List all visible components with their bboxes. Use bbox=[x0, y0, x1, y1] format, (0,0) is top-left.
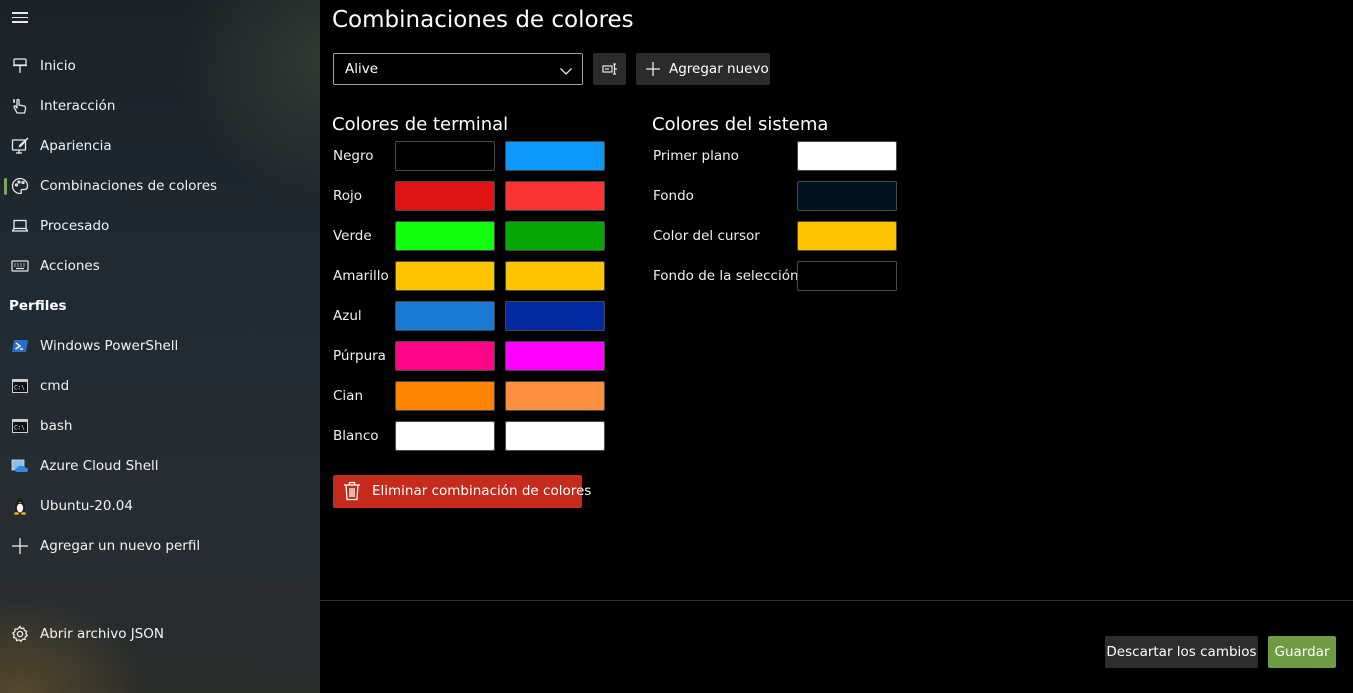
powershell-icon bbox=[11, 337, 29, 355]
terminal-color-swatch-bright[interactable] bbox=[505, 341, 605, 371]
sidebar-item-label: Apariencia bbox=[40, 138, 112, 154]
terminal-color-label: Azul bbox=[333, 308, 362, 324]
color-scheme-dropdown[interactable]: Alive bbox=[333, 53, 583, 85]
keyboard-icon bbox=[11, 257, 29, 275]
palette-icon bbox=[11, 177, 29, 195]
system-color-swatch[interactable] bbox=[797, 141, 897, 171]
terminal-color-swatch-normal[interactable] bbox=[395, 301, 495, 331]
terminal-color-label: Rojo bbox=[333, 188, 363, 204]
open-json-button[interactable]: Abrir archivo JSON bbox=[0, 614, 320, 654]
linux-tux-icon bbox=[11, 497, 29, 515]
sidebar-item-label: bash bbox=[40, 418, 73, 434]
sidebar-item-label: Combinaciones de colores bbox=[40, 178, 218, 194]
sidebar-item-apariencia[interactable]: Apariencia bbox=[0, 126, 320, 166]
pointer-hand-icon bbox=[11, 97, 29, 115]
terminal-color-swatch-bright[interactable] bbox=[505, 221, 605, 251]
hamburger-icon[interactable] bbox=[12, 11, 28, 23]
terminal-color-label: Cian bbox=[333, 388, 364, 404]
sidebar-item-label: Inicio bbox=[40, 58, 76, 74]
sidebar-item-label: Interacción bbox=[40, 98, 116, 114]
sidebar-item-windows-powershell[interactable]: Windows PowerShell bbox=[0, 326, 320, 366]
add-new-scheme-label: Agregar nuevo bbox=[669, 61, 769, 77]
sidebar-item-inicio[interactable]: Inicio bbox=[0, 46, 320, 86]
terminal-color-swatch-normal[interactable] bbox=[395, 341, 495, 371]
sidebar-item-procesado[interactable]: Procesado bbox=[0, 206, 320, 246]
terminal-color-swatch-bright[interactable] bbox=[505, 261, 605, 291]
sidebar-item-bash[interactable]: C:\ bash bbox=[0, 406, 320, 446]
terminal-color-swatch-bright[interactable] bbox=[505, 421, 605, 451]
system-color-label: Primer plano bbox=[653, 148, 739, 164]
terminal-color-label: Amarillo bbox=[333, 268, 389, 284]
terminal-color-swatch-normal[interactable] bbox=[395, 261, 495, 291]
terminal-color-label: Blanco bbox=[333, 428, 379, 444]
system-color-label: Fondo de la selección bbox=[653, 268, 799, 284]
color-scheme-dropdown-value: Alive bbox=[345, 61, 379, 77]
terminal-color-label: Púrpura bbox=[333, 348, 386, 364]
terminal-color-swatch-normal[interactable] bbox=[395, 421, 495, 451]
terminal-colors-title: Colores de terminal bbox=[332, 114, 509, 135]
terminal-color-swatch-bright[interactable] bbox=[505, 381, 605, 411]
terminal-color-swatch-normal[interactable] bbox=[395, 141, 495, 171]
terminal-color-swatch-bright[interactable] bbox=[505, 141, 605, 171]
sidebar-item-label: Acciones bbox=[40, 258, 100, 274]
discard-changes-label: Descartar los cambios bbox=[1106, 644, 1257, 660]
terminal-color-swatch-bright[interactable] bbox=[505, 301, 605, 331]
sidebar-item-ubuntu[interactable]: Ubuntu-20.04 bbox=[0, 486, 320, 526]
add-profile-button[interactable]: Agregar un nuevo perfil bbox=[0, 526, 320, 566]
footer-divider bbox=[320, 600, 1353, 601]
terminal-color-label: Negro bbox=[333, 148, 374, 164]
laptop-icon bbox=[11, 217, 29, 235]
add-new-scheme-button[interactable]: Agregar nuevo bbox=[636, 53, 770, 85]
plus-icon bbox=[645, 61, 661, 77]
cmd-icon: C:\ bbox=[11, 377, 29, 395]
delete-scheme-button[interactable]: Eliminar combinación de colores bbox=[333, 475, 591, 508]
sidebar-item-label: cmd bbox=[40, 378, 70, 394]
selection-indicator bbox=[4, 178, 7, 195]
sidebar-item-interaccion[interactable]: Interacción bbox=[0, 86, 320, 126]
sidebar-item-label: Ubuntu-20.04 bbox=[40, 498, 133, 514]
profiles-header: Perfiles bbox=[9, 298, 67, 314]
svg-text:C:\: C:\ bbox=[14, 385, 25, 392]
sidebar-item-combinaciones-de-colores[interactable]: Combinaciones de colores bbox=[0, 166, 320, 206]
terminal-color-label: Verde bbox=[333, 228, 372, 244]
sidebar: Inicio Interacción Apariencia Combinacio… bbox=[0, 0, 320, 693]
page-title: Combinaciones de colores bbox=[332, 7, 634, 33]
system-color-swatch[interactable] bbox=[797, 181, 897, 211]
trash-icon bbox=[343, 481, 361, 501]
add-profile-label: Agregar un nuevo perfil bbox=[40, 538, 201, 554]
discard-changes-button[interactable]: Descartar los cambios bbox=[1105, 636, 1258, 668]
gear-icon bbox=[11, 625, 29, 643]
terminal-color-swatch-bright[interactable] bbox=[505, 181, 605, 211]
open-json-label: Abrir archivo JSON bbox=[40, 626, 165, 642]
save-label: Guardar bbox=[1274, 644, 1330, 660]
system-colors-title: Colores del sistema bbox=[652, 114, 829, 135]
azure-cloud-icon bbox=[11, 457, 29, 475]
sidebar-item-acciones[interactable]: Acciones bbox=[0, 246, 320, 286]
system-color-label: Color del cursor bbox=[653, 228, 760, 244]
pin-icon bbox=[11, 57, 29, 75]
sidebar-item-cmd[interactable]: C:\ cmd bbox=[0, 366, 320, 406]
rename-scheme-button[interactable] bbox=[593, 53, 626, 85]
plus-icon bbox=[11, 537, 29, 555]
sidebar-item-label: Procesado bbox=[40, 218, 110, 234]
delete-scheme-label: Eliminar combinación de colores bbox=[372, 483, 592, 499]
main-content: Combinaciones de colores Alive Agregar n… bbox=[320, 0, 1353, 693]
sidebar-item-label: Azure Cloud Shell bbox=[40, 458, 159, 474]
svg-text:C:\: C:\ bbox=[14, 425, 25, 432]
terminal-color-swatch-normal[interactable] bbox=[395, 181, 495, 211]
rename-icon bbox=[601, 60, 618, 79]
terminal-color-swatch-normal[interactable] bbox=[395, 381, 495, 411]
system-color-swatch[interactable] bbox=[797, 261, 897, 291]
chevron-down-icon bbox=[559, 63, 573, 77]
sidebar-item-azure-cloud-shell[interactable]: Azure Cloud Shell bbox=[0, 446, 320, 486]
sidebar-item-label: Windows PowerShell bbox=[40, 338, 179, 354]
cmd-icon: C:\ bbox=[11, 417, 29, 435]
system-color-swatch[interactable] bbox=[797, 221, 897, 251]
system-color-label: Fondo bbox=[653, 188, 694, 204]
paint-monitor-icon bbox=[11, 137, 29, 155]
save-button[interactable]: Guardar bbox=[1268, 636, 1336, 668]
terminal-color-swatch-normal[interactable] bbox=[395, 221, 495, 251]
